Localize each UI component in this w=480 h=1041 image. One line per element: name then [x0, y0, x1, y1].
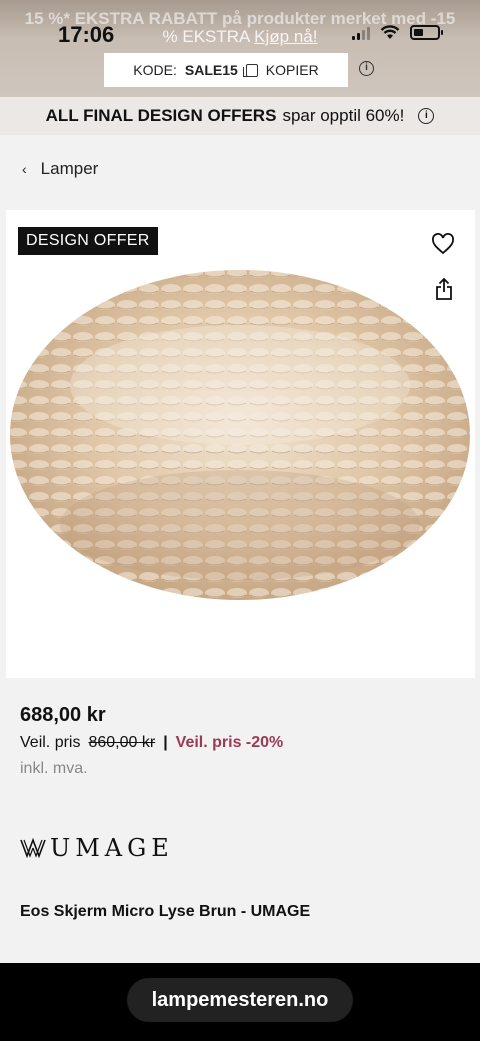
info-icon[interactable]: i — [418, 108, 435, 124]
code-value: SALE15 — [184, 62, 238, 78]
offers-title: ALL FINAL DESIGN OFFERS — [45, 106, 277, 125]
offers-bar[interactable]: ALL FINAL DESIGN OFFERS spar opptil 60%!… — [0, 97, 480, 135]
veil-label: Veil. pris — [20, 734, 81, 751]
copy-icon[interactable] — [242, 63, 258, 77]
browser-bottom-bar: lampemesteren.no — [0, 963, 480, 1041]
product-image — [10, 270, 470, 600]
discount-label: Veil. pris -20% — [175, 734, 284, 751]
vat-note: inkl. mva. — [20, 760, 88, 777]
breadcrumb-label: Lamper — [40, 159, 99, 178]
heart-icon[interactable] — [431, 233, 455, 255]
promo-banner: 15 %* EKSTRA RABATT på produkter merket … — [0, 0, 480, 97]
brand-logo[interactable]: UMAGE — [20, 834, 174, 862]
price-comparison: Veil. pris 860,00 kr | Veil. pris -20% — [20, 734, 283, 752]
battery-icon — [410, 25, 443, 40]
info-icon[interactable]: i — [359, 61, 374, 76]
discount-code-box: KODE: SALE15 KOPIER — [104, 53, 348, 87]
promo-text-2-label: % EKSTRA — [162, 27, 250, 46]
chevron-left-icon: ‹ — [22, 161, 27, 177]
wifi-icon — [380, 25, 400, 39]
product-image-card[interactable]: DESIGN OFFER — [6, 210, 475, 678]
original-price: 860,00 kr — [88, 734, 156, 751]
umage-logo-icon — [20, 838, 46, 858]
product-price: 688,00 kr — [20, 704, 106, 726]
code-label: KODE: — [133, 62, 177, 78]
signal-icon — [352, 26, 370, 40]
status-icons — [352, 25, 443, 40]
offers-text: spar opptil 60%! — [282, 106, 405, 125]
buy-now-link[interactable]: Kjøp nå! — [254, 27, 317, 46]
price-separator: | — [163, 734, 168, 751]
url-bar[interactable]: lampemesteren.no — [127, 978, 353, 1022]
breadcrumb[interactable]: ‹ Lamper — [22, 159, 98, 179]
design-offer-badge: DESIGN OFFER — [18, 227, 158, 255]
status-time: 17:06 — [58, 22, 115, 47]
product-title: Eos Skjerm Micro Lyse Brun - UMAGE — [20, 903, 311, 920]
copy-button[interactable]: KOPIER — [266, 62, 319, 78]
brand-name: UMAGE — [50, 834, 174, 862]
